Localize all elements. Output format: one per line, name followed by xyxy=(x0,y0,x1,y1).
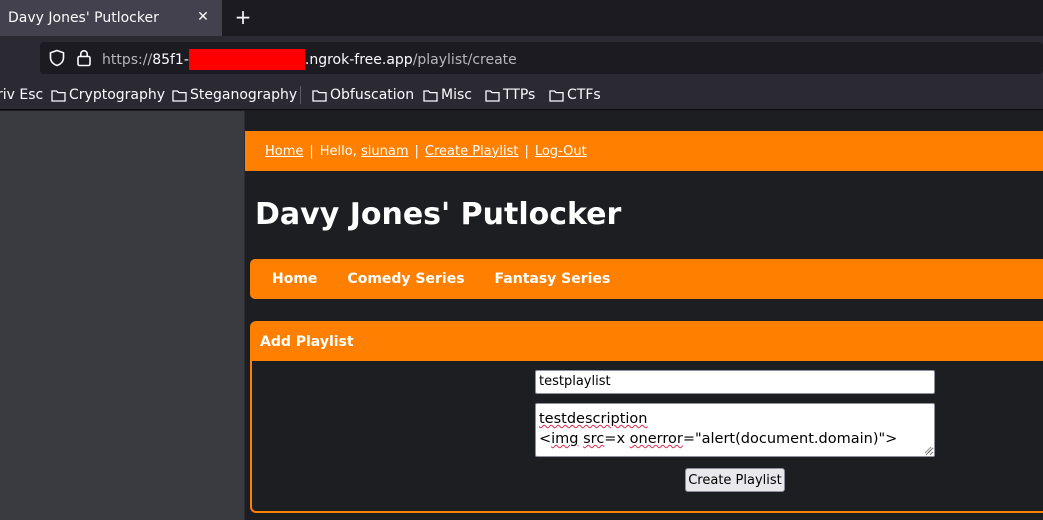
description-line-1: testdescription xyxy=(539,411,648,427)
tab-title: Davy Jones' Putlocker xyxy=(8,10,159,26)
separator: | xyxy=(414,143,419,159)
bookmark-label: TTPs xyxy=(503,87,536,103)
lock-icon[interactable] xyxy=(76,49,92,67)
text-fragment: onerror xyxy=(629,431,683,447)
playlist-description-textarea[interactable]: testdescription <img src=x onerror="aler… xyxy=(535,403,935,457)
bookmark-steganography[interactable]: Steganography xyxy=(172,85,297,105)
folder-icon xyxy=(485,89,500,102)
topbar-home-link[interactable]: Home xyxy=(265,144,303,159)
main-nav: Home Comedy Series Fantasy Series xyxy=(250,259,1043,299)
user-bar: Home | Hello, siunam | Create Playlist |… xyxy=(245,131,1043,171)
text-fragment: img xyxy=(551,431,579,447)
create-playlist-button[interactable]: Create Playlist xyxy=(685,468,785,492)
web-content: Home | Hello, siunam | Create Playlist |… xyxy=(0,111,1043,520)
bookmark-label: Cryptography xyxy=(69,87,166,103)
description-line-2: <img src=x onerror="alert(document.domai… xyxy=(539,431,897,447)
site-title: Davy Jones' Putlocker xyxy=(255,197,622,232)
folder-icon xyxy=(172,89,187,102)
folder-icon xyxy=(51,89,66,102)
bookmark-cryptography[interactable]: Cryptography xyxy=(51,85,165,105)
site-page: Home | Hello, siunam | Create Playlist |… xyxy=(244,111,1043,520)
text-fragment: < xyxy=(539,431,552,447)
folder-icon xyxy=(312,89,327,102)
nav-home[interactable]: Home xyxy=(272,271,317,287)
panel-header: Add Playlist xyxy=(252,323,1043,361)
folder-icon xyxy=(423,89,438,102)
url-path: /playlist/create xyxy=(412,51,517,68)
nav-comedy-series[interactable]: Comedy Series xyxy=(347,271,464,287)
url-host-prefix: 85f1- xyxy=(152,51,189,68)
bookmark-label: Misc xyxy=(441,87,472,103)
bookmark-ctfs[interactable]: CTFs xyxy=(549,85,601,105)
bookmark-obfuscation[interactable]: Obfuscation xyxy=(312,85,414,105)
bookmarks-toolbar: riv Esc Cryptography Steganography Obfus… xyxy=(0,80,1043,110)
url-scheme: https:// xyxy=(102,51,153,68)
username-link[interactable]: siunam xyxy=(361,144,409,159)
url-bar[interactable]: https:// 85f1- .ngrok-free.app /playlist… xyxy=(40,42,1043,74)
tab-strip: Davy Jones' Putlocker ✕ + xyxy=(0,0,1043,36)
close-icon[interactable]: ✕ xyxy=(194,8,212,26)
bookmark-label: CTFs xyxy=(567,87,601,103)
nav-fantasy-series[interactable]: Fantasy Series xyxy=(495,271,611,287)
playlist-name-input[interactable]: testplaylist xyxy=(535,370,935,394)
shield-icon[interactable] xyxy=(48,49,66,67)
text-fragment: ="alert(document.domain)"> xyxy=(682,431,898,447)
browser-tab[interactable]: Davy Jones' Putlocker ✕ xyxy=(0,0,222,36)
add-playlist-panel: Add Playlist testplaylist testdescriptio… xyxy=(250,321,1043,513)
text-fragment: =x xyxy=(604,431,630,447)
bookmark-label: Obfuscation xyxy=(330,87,415,103)
url-host-suffix: .ngrok-free.app xyxy=(304,51,413,68)
url-text[interactable]: https:// 85f1- .ngrok-free.app /playlist… xyxy=(102,49,517,70)
folder-icon xyxy=(549,89,564,102)
resize-grip-icon[interactable] xyxy=(924,446,932,454)
text-fragment: src xyxy=(583,431,605,447)
bookmark-label: riv Esc xyxy=(0,87,44,103)
bookmark-label: Steganography xyxy=(190,87,298,103)
navigation-bar: https:// 85f1- .ngrok-free.app /playlist… xyxy=(0,36,1043,80)
bookmark-separator xyxy=(300,86,301,104)
separator: | xyxy=(309,143,314,159)
new-tab-button[interactable]: + xyxy=(230,4,256,30)
bookmark-priv-esc[interactable]: riv Esc xyxy=(0,85,43,105)
separator: | xyxy=(524,143,529,159)
logout-link[interactable]: Log-Out xyxy=(535,144,587,159)
redaction-box xyxy=(188,49,305,70)
bookmark-misc[interactable]: Misc xyxy=(423,85,472,105)
greeting: Hello, xyxy=(319,143,357,159)
bookmark-ttps[interactable]: TTPs xyxy=(485,85,535,105)
create-playlist-link[interactable]: Create Playlist xyxy=(425,144,519,159)
